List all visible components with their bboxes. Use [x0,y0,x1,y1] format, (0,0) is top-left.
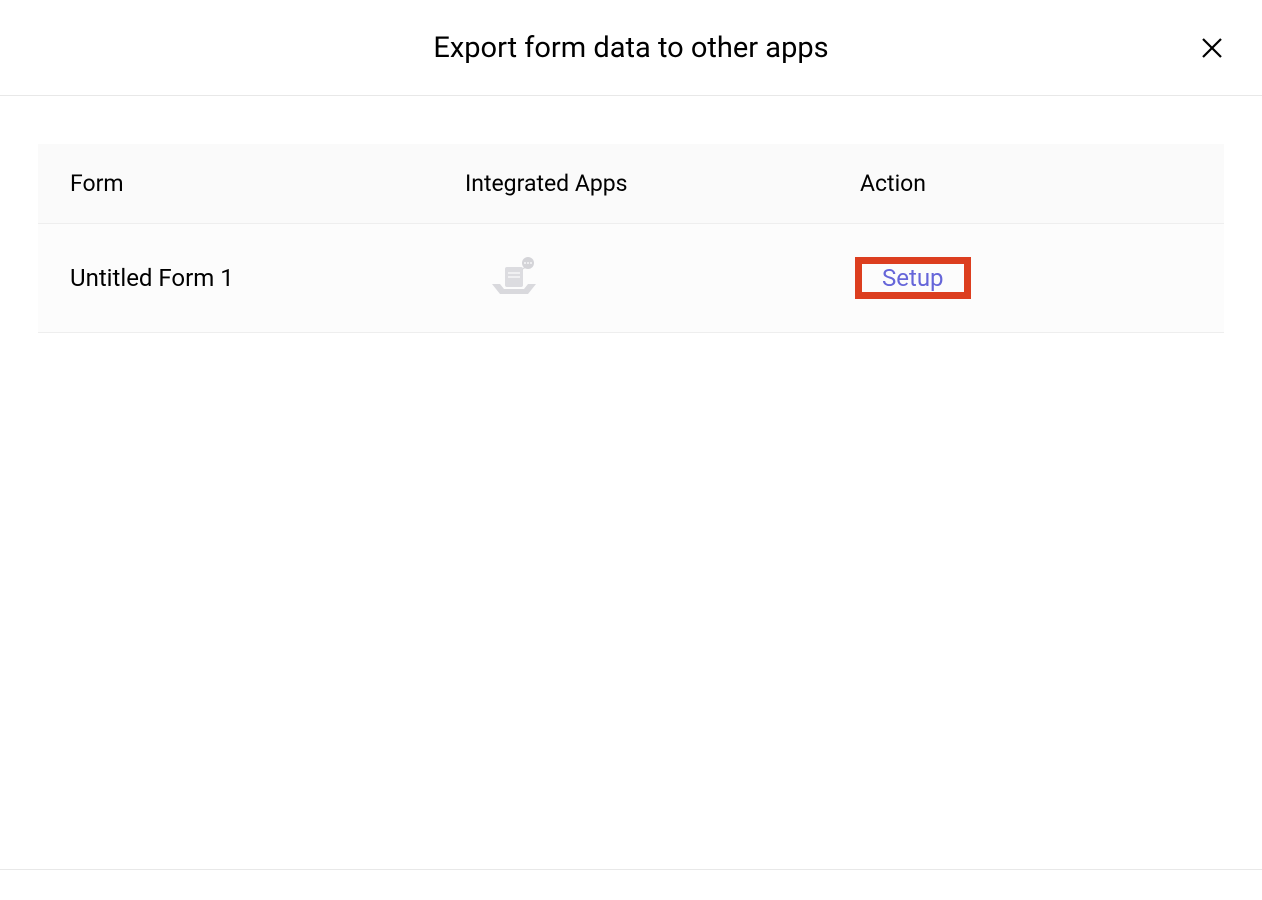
setup-link[interactable]: Setup [862,252,964,304]
close-icon [1200,36,1224,60]
dialog-header: Export form data to other apps [0,0,1262,96]
table-header-row: Form Integrated Apps Action [38,144,1224,224]
dialog-content: Form Integrated Apps Action Untitled For… [0,96,1262,333]
forms-table: Form Integrated Apps Action Untitled For… [38,144,1224,333]
fax-icon [490,256,538,300]
close-button[interactable] [1200,36,1224,60]
integrated-apps-cell [465,256,860,300]
form-name-cell: Untitled Form 1 [70,264,465,292]
column-header-apps: Integrated Apps [465,170,860,197]
footer-divider [0,869,1262,870]
table-row: Untitled Form 1 [38,224,1224,333]
column-header-action: Action [860,170,1192,197]
action-cell: Setup [860,257,1192,299]
highlight-box: Setup [855,257,971,299]
dialog-title: Export form data to other apps [433,31,828,65]
column-header-form: Form [70,170,465,197]
